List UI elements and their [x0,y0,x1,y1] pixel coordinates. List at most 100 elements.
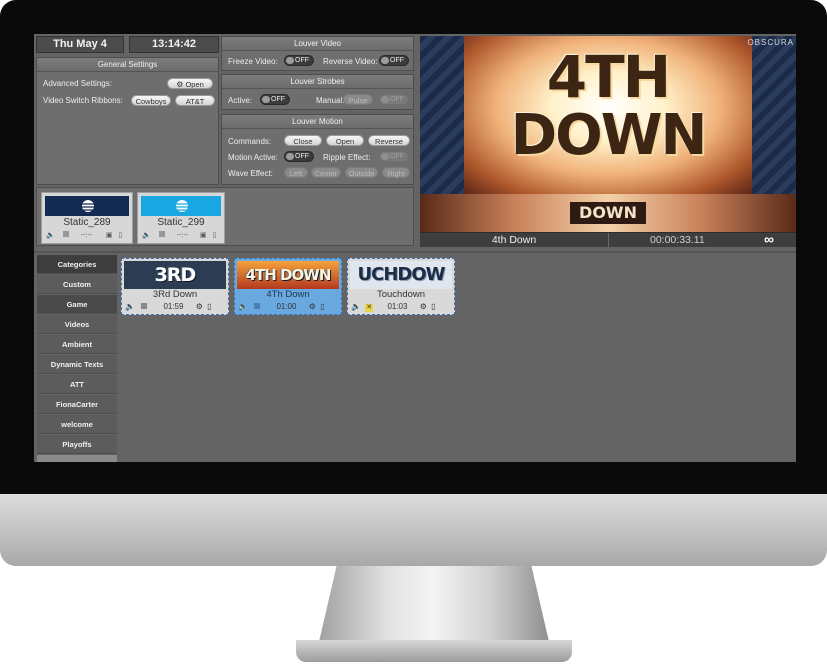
att-globe-icon [82,200,94,212]
category-item-ambient[interactable]: Ambient [37,335,117,354]
reverse-button[interactable]: Reverse [368,135,410,146]
categories-header: Categories [37,255,117,274]
monitor-chin [0,494,827,566]
speaker-icon[interactable]: 🔈 [125,302,135,311]
app-screen: Thu May 4 13:14:42 General Settings Adva… [34,34,796,462]
freeze-video-label: Freeze Video: [228,57,278,66]
clip-controls: 🔈 01:59 ⚙ ▯ [125,302,225,312]
category-item-fionacarter[interactable]: FionaCarter [37,395,117,414]
category-item-att[interactable]: ATT [37,375,117,394]
att-logo-thumb [141,196,221,216]
category-item-videos[interactable]: Videos [37,315,117,334]
clip-duration: 01:03 [387,302,408,311]
phone-icon[interactable]: ▯ [431,302,435,311]
static-name: Static_299 [157,217,205,228]
ribbon-cowboys-button[interactable]: Cowboys [131,95,171,106]
clip-tile-selected[interactable]: 4TH DOWN 4Th Down 🔈 01:00 ⚙ ▯ [234,258,342,315]
stop-icon[interactable] [158,231,165,237]
static-tile[interactable]: Static_289 🔈 --:-- ▣ ▯ [41,192,133,244]
strobes-active-label: Active: [228,96,253,105]
stop-icon[interactable] [62,231,69,237]
advanced-settings-label: Advanced Settings: [43,79,112,88]
clip-name: 3Rd Down [152,289,198,300]
static-controls: 🔈 --:-- ▣ ▯ [46,231,128,239]
category-item-custom[interactable]: Custom [37,275,117,294]
phone-icon[interactable]: ▯ [118,232,122,239]
att-globe-icon [176,200,188,212]
settings-icon[interactable]: ⚙ [196,302,203,311]
info-divider [608,233,609,247]
screen-icon[interactable]: ▣ [106,232,113,239]
close-icon[interactable]: ✕ [365,304,374,312]
freeze-video-toggle[interactable]: OFF [284,55,314,66]
clip-tile[interactable]: 3RD DOWN 3Rd Down 🔈 01:59 ⚙ ▯ [121,258,229,315]
settings-icon[interactable]: ⚙ [309,302,316,311]
wave-outside-button[interactable]: Outside [345,167,378,178]
louver-motion-panel: Louver Motion Commands: Close Open Rever… [221,114,414,185]
preview-panel: 4TH DOWN OBSCURA DOWN [420,36,796,232]
stop-icon[interactable] [254,303,261,309]
ripple-effect-toggle[interactable]: OFF [379,151,409,162]
motion-active-toggle[interactable]: OFF [284,151,314,162]
speaker-icon[interactable]: 🔈 [351,302,361,311]
settings-icon[interactable]: ⚙ [420,302,427,311]
toggle-state: OFF [295,57,309,64]
monitor: Thu May 4 13:14:42 General Settings Adva… [0,0,827,665]
static-time: --:-- [80,232,92,239]
date-display: Thu May 4 [36,36,124,53]
clip-controls: 🔈 ✕ 01:03 ⚙ ▯ [351,302,451,312]
clip-name: 4Th Down [266,289,310,300]
monitor-foot [296,640,572,662]
commands-label: Commands: [228,137,272,146]
clip-duration: 01:00 [276,302,297,311]
speaker-icon[interactable]: 🔈 [46,232,55,239]
gear-icon: ⚙ [176,80,184,89]
clip-tile[interactable]: UCHDOW Touchdown 🔈 ✕ 01:03 ⚙ ▯ [347,258,455,315]
advanced-settings-open-button[interactable]: ⚙ Open [167,78,213,89]
time-display: 13:14:42 [129,36,219,53]
close-button[interactable]: Close [284,135,322,146]
category-item-playoffs[interactable]: Playoffs [37,435,117,454]
preview-timecode: 00:00:33.11 [650,234,705,246]
open-button[interactable]: Open [326,135,364,146]
speaker-icon[interactable]: 🔈 [238,302,248,311]
pulse-button[interactable]: Pulse [343,94,373,105]
screen-icon[interactable]: ▣ [200,232,207,239]
panel-title: Louver Motion [222,115,413,129]
static-name: Static_289 [63,217,111,228]
phone-icon[interactable]: ▯ [212,232,216,239]
static-controls: 🔈 --:-- ▣ ▯ [142,231,220,239]
wave-left-button[interactable]: Left [284,167,308,178]
preview-title-line2: DOWN [510,103,708,168]
category-item-dynamic-texts[interactable]: Dynamic Texts [37,355,117,374]
general-settings-panel: General Settings Advanced Settings: ⚙ Op… [36,57,219,185]
clip-thumbnail: 4TH DOWN [237,261,339,289]
preview-right-stripes [752,36,796,194]
category-item-game[interactable]: Game [37,295,117,314]
infinity-icon[interactable]: ∞ [764,232,774,246]
strobes-active-toggle[interactable]: OFF [260,94,290,105]
clip-thumbnail: 3RD DOWN [124,261,226,289]
category-scroll-stub [37,455,117,462]
reverse-video-toggle[interactable]: OFF [379,55,409,66]
static-time: --:-- [176,232,188,239]
preview-left-stripes [420,36,464,194]
category-item-welcome[interactable]: welcome [37,415,117,434]
phone-icon[interactable]: ▯ [207,302,211,311]
ribbon-att-button[interactable]: AT&T [175,95,215,106]
wave-effect-label: Wave Effect: [228,169,273,178]
wave-center-button[interactable]: Center [311,167,341,178]
panel-title: Louver Video [222,37,413,51]
ripple-effect-label: Ripple Effect: [323,153,371,162]
panel-title: General Settings [37,58,218,72]
preview-info-bar: 4th Down 00:00:33.11 ∞ [420,232,796,247]
strobes-manual-label: Manual: [316,96,345,105]
speaker-icon[interactable]: 🔈 [142,232,151,239]
phone-icon[interactable]: ▯ [320,302,324,311]
wave-right-button[interactable]: Right [382,167,410,178]
stop-icon[interactable] [141,303,148,309]
strobes-manual-toggle[interactable]: OFF [379,94,409,105]
att-logo-thumb [45,196,129,216]
static-tile[interactable]: Static_299 🔈 --:-- ▣ ▯ [137,192,225,244]
preview-title-line1: 4TH [546,43,671,111]
